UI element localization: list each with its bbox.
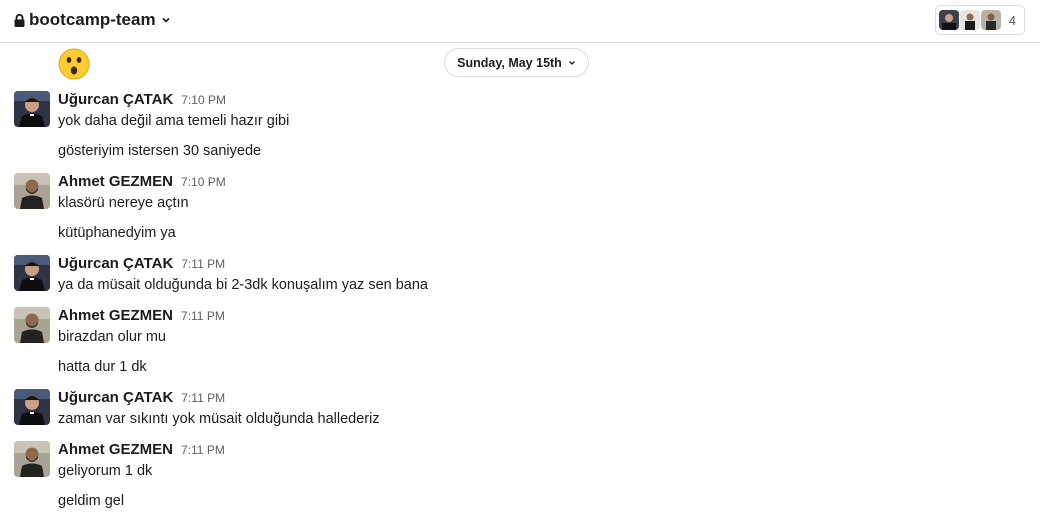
- message-author[interactable]: Ahmet GEZMEN: [58, 441, 173, 458]
- message-author[interactable]: Ahmet GEZMEN: [58, 307, 173, 324]
- message-text: ya da müsait olduğunda bi 2-3dk konuşalı…: [58, 277, 428, 293]
- message-author[interactable]: Ahmet GEZMEN: [58, 173, 173, 190]
- message-timestamp[interactable]: 7:11 PM: [181, 309, 225, 323]
- member-avatar: [959, 10, 980, 30]
- message-text: klasörü nereye açtın: [58, 195, 189, 211]
- message-text: birazdan olur mu: [58, 329, 166, 345]
- message-text: zaman var sıkıntı yok müsait olduğunda h…: [58, 411, 380, 427]
- member-avatar: [980, 10, 1001, 30]
- chevron-down-icon: [568, 60, 575, 65]
- member-count: 4: [1008, 12, 1016, 28]
- chevron-down-icon: [162, 17, 170, 23]
- message-text: kütüphanedyim ya: [58, 225, 176, 241]
- message-meta: Uğurcan ÇATAK 7:11 PM: [58, 255, 225, 273]
- message-timestamp[interactable]: 7:11 PM: [181, 257, 225, 271]
- channel-name: bootcamp-team: [29, 10, 156, 29]
- message-timestamp[interactable]: 7:11 PM: [181, 443, 225, 457]
- member-list-button[interactable]: 4: [934, 5, 1025, 35]
- message-text: yok daha değil ama temeli hazır gibi: [58, 113, 290, 129]
- avatar-ugurcan[interactable]: [14, 255, 50, 291]
- message-timestamp[interactable]: 7:10 PM: [181, 93, 226, 107]
- avatar-ugurcan[interactable]: [14, 389, 50, 425]
- message-meta: Uğurcan ÇATAK 7:10 PM: [58, 91, 226, 109]
- message-meta: Ahmet GEZMEN 7:10 PM: [58, 173, 226, 191]
- astonished-face-icon: [58, 48, 90, 80]
- message-text: gösteriyim istersen 30 saniyede: [58, 143, 262, 159]
- date-label: Sunday, May 15th: [457, 55, 562, 70]
- date-divider-button[interactable]: Sunday, May 15th: [444, 48, 589, 77]
- lock-icon: [14, 13, 25, 27]
- avatar-ahmet[interactable]: [14, 441, 50, 477]
- message-timestamp[interactable]: 7:10 PM: [181, 175, 226, 189]
- message-text: geldim gel: [58, 493, 125, 509]
- channel-name-button[interactable]: bootcamp-team: [14, 8, 171, 32]
- message-meta: Ahmet GEZMEN 7:11 PM: [58, 441, 225, 459]
- avatar-ugurcan[interactable]: [14, 91, 50, 127]
- message-text: hatta dur 1 dk: [58, 359, 147, 375]
- message-author[interactable]: Uğurcan ÇATAK: [58, 255, 173, 272]
- message-text: geliyorum 1 dk: [58, 463, 153, 479]
- message-timestamp[interactable]: 7:11 PM: [181, 391, 225, 405]
- channel-header: bootcamp-team 4: [0, 0, 1040, 43]
- member-avatar: [938, 10, 959, 30]
- message-meta: Ahmet GEZMEN 7:11 PM: [58, 307, 225, 325]
- message-author[interactable]: Uğurcan ÇATAK: [58, 389, 173, 406]
- message-meta: Uğurcan ÇATAK 7:11 PM: [58, 389, 225, 407]
- avatar-ahmet[interactable]: [14, 173, 50, 209]
- message-author[interactable]: Uğurcan ÇATAK: [58, 91, 173, 108]
- avatar-ahmet[interactable]: [14, 307, 50, 343]
